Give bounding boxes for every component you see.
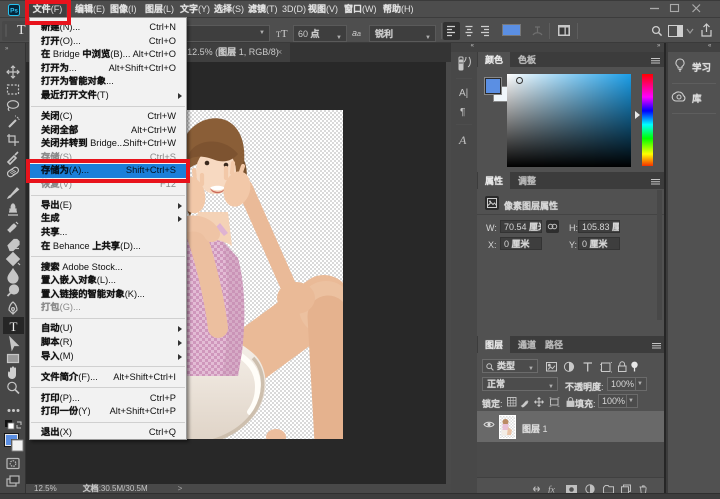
svg-text:A: A [458, 133, 467, 147]
svg-text:¶: ¶ [460, 107, 465, 118]
svg-text:»: » [5, 46, 9, 52]
svg-text:A|: A| [459, 88, 468, 99]
svg-text:T: T [10, 319, 18, 334]
svg-text:Ps: Ps [10, 8, 18, 15]
